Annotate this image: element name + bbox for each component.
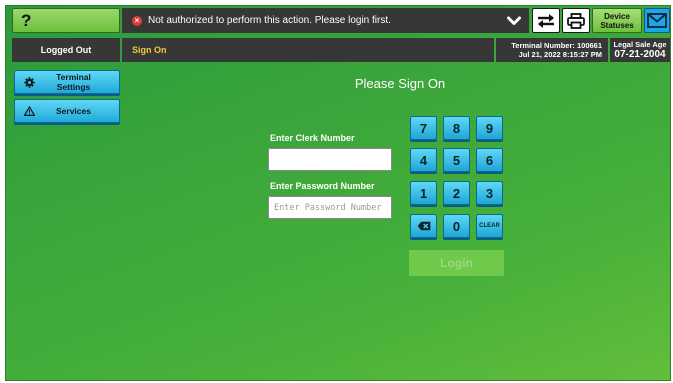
clerk-number-input[interactable] [268, 148, 392, 171]
gear-icon [22, 76, 36, 88]
messages-button[interactable] [644, 8, 670, 33]
login-button[interactable]: Login [409, 250, 504, 276]
print-button[interactable] [562, 8, 590, 33]
password-number-label: Enter Password Number [270, 181, 375, 191]
sidebar-item-services[interactable]: Services [14, 99, 120, 123]
keypad-key-0[interactable]: 0 [443, 214, 470, 238]
help-button[interactable]: ? [12, 8, 120, 33]
help-button-label: ? [21, 10, 32, 30]
envelope-icon [647, 13, 667, 28]
keypad-key-5[interactable]: 5 [443, 148, 470, 172]
keypad-key-4[interactable]: 4 [410, 148, 437, 172]
sidebar-item-label: Services [56, 106, 91, 116]
keypad-key-2[interactable]: 2 [443, 181, 470, 205]
backspace-icon [417, 221, 430, 231]
transfer-arrows-icon [538, 13, 554, 28]
session-status-text: Logged Out [40, 45, 92, 55]
terminal-datetime: Jul 21, 2022 8:15:27 PM [518, 50, 602, 59]
terminal-number: Terminal Number: 100661 [511, 41, 602, 50]
login-button-label: Login [440, 256, 473, 270]
keypad-key-3[interactable]: 3 [476, 181, 503, 205]
session-status: Logged Out [12, 38, 120, 62]
device-statuses-line1: Device [604, 11, 630, 21]
notice-expand-button[interactable] [499, 8, 529, 33]
keypad-key-8[interactable]: 8 [443, 116, 470, 140]
chevron-down-icon [507, 16, 521, 25]
device-statuses-button[interactable]: Device Statuses [592, 8, 642, 33]
keypad-key-6[interactable]: 6 [476, 148, 503, 172]
legal-sale-age: Legal Sale Age 07-21-2004 [610, 38, 670, 62]
keypad-clear[interactable]: CLEAR [476, 214, 503, 238]
keypad-backspace[interactable] [410, 214, 437, 238]
device-statuses-line2: Statuses [600, 20, 634, 30]
keypad-key-7[interactable]: 7 [410, 116, 437, 140]
breadcrumb: Sign On [122, 38, 494, 62]
terminal-info: Terminal Number: 100661 Jul 21, 2022 8:1… [496, 38, 608, 62]
transfer-button[interactable] [532, 8, 560, 33]
sidebar-item-label: Terminal Settings [56, 72, 91, 92]
error-icon: × [132, 15, 142, 26]
page-title: Please Sign On [354, 76, 446, 91]
breadcrumb-text: Sign On [132, 45, 167, 55]
printer-icon [567, 12, 585, 29]
clerk-number-label: Enter Clerk Number [270, 133, 355, 143]
legal-age-date: 07-21-2004 [614, 49, 666, 60]
sidebar-item-terminal-settings[interactable]: Terminal Settings [14, 70, 120, 94]
notice-bar: × Not authorized to perform this action.… [122, 8, 529, 33]
password-number-input[interactable] [268, 196, 392, 219]
notice-text: Not authorized to perform this action. P… [148, 15, 391, 26]
keypad-key-1[interactable]: 1 [410, 181, 437, 205]
warning-icon [22, 106, 36, 116]
keypad-key-9[interactable]: 9 [476, 116, 503, 140]
